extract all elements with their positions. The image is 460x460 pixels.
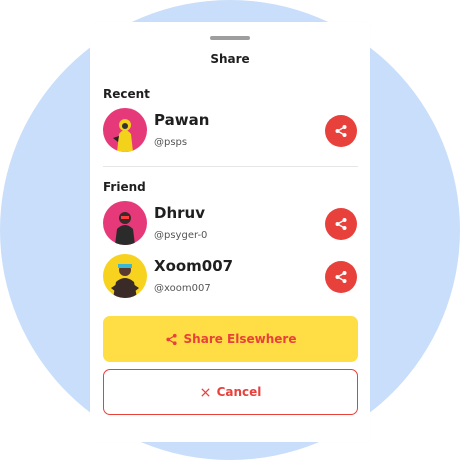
cancel-label: Cancel xyxy=(216,385,262,399)
section-friend: Friend xyxy=(103,180,146,194)
share-icon xyxy=(335,271,347,283)
contact-name: Xoom007 xyxy=(154,257,234,275)
contact-handle: @psyger-0 xyxy=(154,230,208,241)
share-icon xyxy=(335,125,347,137)
share-elsewhere-button[interactable]: Share Elsewhere xyxy=(103,316,358,362)
cancel-button[interactable]: Cancel xyxy=(103,369,358,415)
contact-handle: @xoom007 xyxy=(154,283,211,294)
contact-handle: @psps xyxy=(154,137,188,148)
contact-row-xoom007: Xoom007 @xoom007 xyxy=(103,254,358,302)
contact-name: Pawan xyxy=(154,111,210,129)
close-icon xyxy=(200,387,210,397)
contact-name: Dhruv xyxy=(154,204,205,222)
share-button[interactable] xyxy=(325,115,357,147)
share-icon xyxy=(165,333,177,345)
share-button[interactable] xyxy=(325,261,357,293)
avatar xyxy=(103,201,147,245)
drag-handle[interactable] xyxy=(210,36,250,40)
section-divider xyxy=(103,166,358,167)
section-recent: Recent xyxy=(103,87,150,101)
avatar xyxy=(103,108,147,152)
share-button[interactable] xyxy=(325,208,357,240)
contact-row-dhruv: Dhruv @psyger-0 xyxy=(103,201,358,249)
sheet-title: Share xyxy=(210,52,250,66)
avatar xyxy=(103,254,147,298)
share-elsewhere-label: Share Elsewhere xyxy=(183,332,297,346)
share-icon xyxy=(335,218,347,230)
contact-row-pawan: Pawan @psps xyxy=(103,108,358,156)
